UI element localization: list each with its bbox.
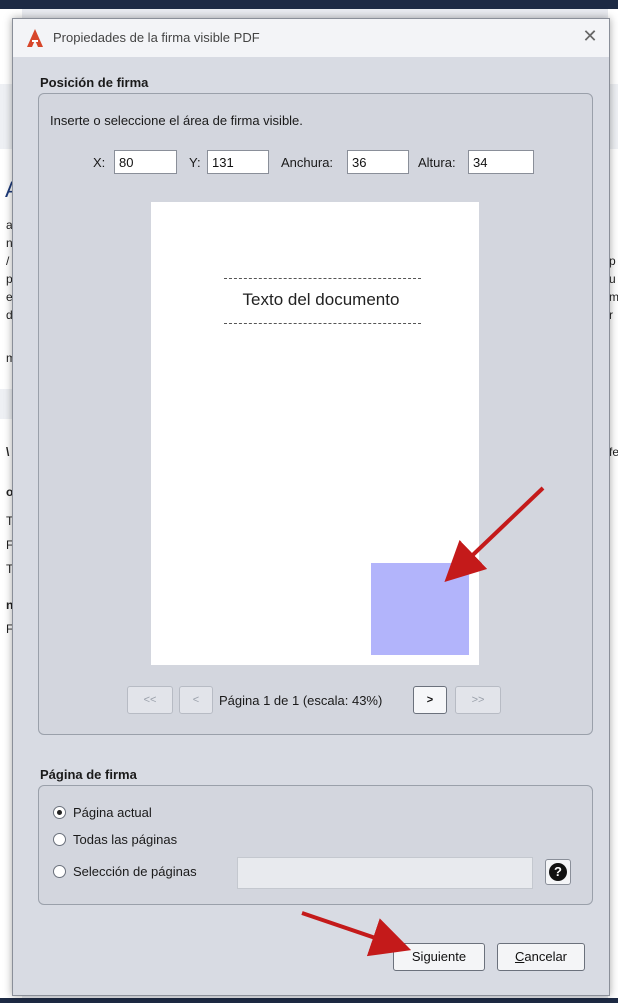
arrow-to-signature-area [444, 486, 545, 583]
arrow-to-next-button [301, 911, 412, 957]
arrow-annotation [301, 486, 545, 957]
